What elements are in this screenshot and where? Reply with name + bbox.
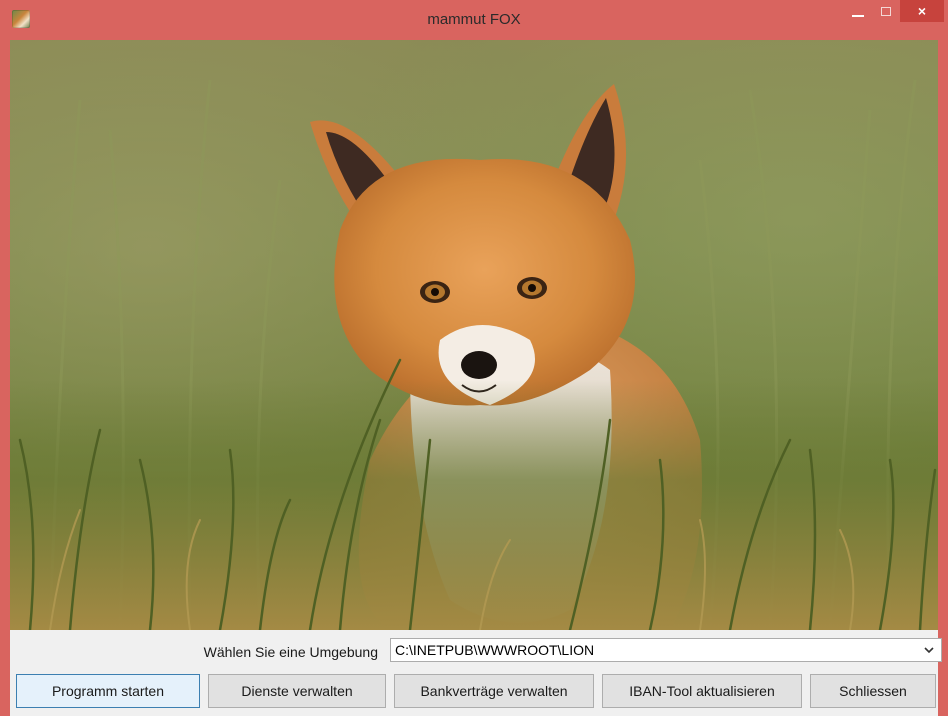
minimize-button[interactable] <box>844 0 872 22</box>
environment-selected-value: C:\INETPUB\WWWROOT\LION <box>395 642 595 658</box>
maximize-icon <box>881 6 891 16</box>
update-iban-tool-button[interactable]: IBAN-Tool aktualisieren <box>602 674 802 708</box>
close-window-button[interactable]: × <box>900 0 944 22</box>
manage-services-button[interactable]: Dienste verwalten <box>208 674 386 708</box>
environment-select[interactable]: C:\INETPUB\WWWROOT\LION <box>390 638 942 662</box>
fox-image <box>10 40 938 630</box>
manage-bank-contracts-button[interactable]: Bankverträge verwalten <box>394 674 594 708</box>
fox-photo <box>10 40 938 630</box>
app-window: mammut FOX × Wählen Sie eine Umgebung C:… <box>0 0 948 716</box>
environment-label: Wählen Sie eine Umgebung <box>203 644 378 660</box>
maximize-button[interactable] <box>872 0 900 22</box>
minimize-icon <box>852 15 864 17</box>
window-title: mammut FOX <box>427 11 521 28</box>
close-icon: × <box>917 3 927 19</box>
start-program-button[interactable]: Programm starten <box>16 674 200 708</box>
title-bar[interactable]: mammut FOX × <box>0 0 948 40</box>
chevron-down-icon <box>924 647 934 654</box>
control-panel: Wählen Sie eine Umgebung C:\INETPUB\WWWR… <box>10 630 942 716</box>
close-button[interactable]: Schliessen <box>810 674 936 708</box>
